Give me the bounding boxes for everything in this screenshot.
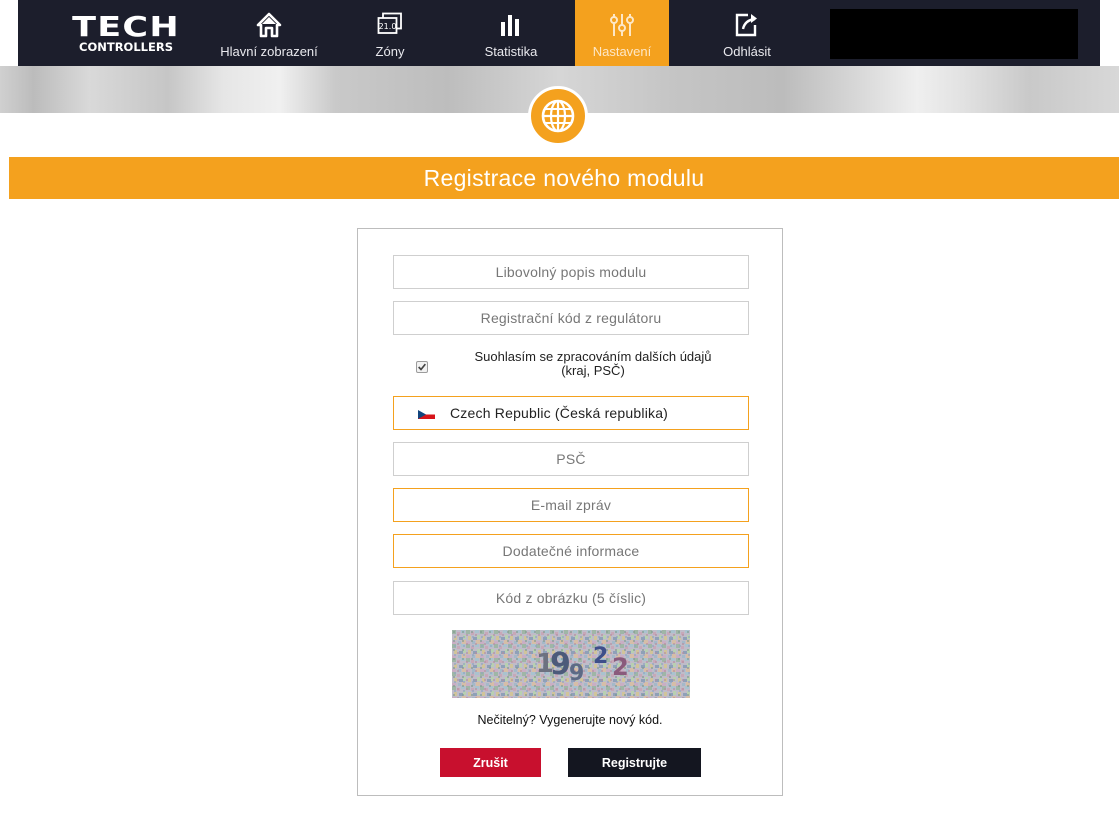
redacted-area xyxy=(830,9,1078,59)
top-bar: TECH CONTROLLERS Hlavní zobrazení 21.0 Z… xyxy=(0,0,1119,66)
regenerate-captcha-link[interactable]: Nečitelný? Vygenerujte nový kód. xyxy=(358,713,782,727)
bar-chart-icon xyxy=(501,15,519,36)
nav-label: Nastavení xyxy=(592,44,652,59)
captcha-char: 2 xyxy=(593,644,608,669)
tech-controllers-logo[interactable]: TECH CONTROLLERS xyxy=(70,13,182,55)
consent-label[interactable]: Suohlasím se zpracováním dalších údajů (… xyxy=(443,350,743,378)
register-button[interactable]: Registrujte xyxy=(568,748,701,777)
registration-code-input[interactable]: Registrační kód z regulátoru xyxy=(393,301,749,335)
consent-line-1: Suohlasím se zpracováním dalších údajů xyxy=(474,349,712,364)
consent-line-2: (kraj, PSČ) xyxy=(561,363,625,378)
checkmark-icon xyxy=(418,363,426,371)
czech-flag-icon xyxy=(418,410,435,419)
captcha-char: 2 xyxy=(612,653,629,681)
zones-badge: 21.0 xyxy=(379,22,397,31)
consent-row: Suohlasím se zpracováním dalších údajů (… xyxy=(393,350,749,386)
main-navigation: TECH CONTROLLERS Hlavní zobrazení 21.0 Z… xyxy=(18,0,1100,66)
registration-form: Libovolný popis modulu Registrační kód z… xyxy=(357,228,783,796)
nav-item-home[interactable]: Hlavní zobrazení xyxy=(198,0,340,66)
nav-item-logout[interactable]: Odhlásit xyxy=(712,0,782,66)
consent-checkbox[interactable] xyxy=(416,361,428,373)
page-title: Registrace nového modulu xyxy=(9,157,1119,199)
additional-info-input[interactable]: Dodatečné informace xyxy=(393,534,749,568)
nav-item-settings[interactable]: Nastavení xyxy=(575,0,669,66)
captcha-code-input[interactable]: Kód z obrázku (5 číslic) xyxy=(393,581,749,615)
nav-label: Odhlásit xyxy=(723,44,771,59)
logout-icon xyxy=(735,13,757,37)
captcha-image: 1 9 9 2 2 xyxy=(452,630,690,698)
nav-item-zones[interactable]: 21.0 Zóny xyxy=(362,0,418,66)
globe-icon xyxy=(541,99,575,133)
module-description-input[interactable]: Libovolný popis modulu xyxy=(393,255,749,289)
nav-label: Statistika xyxy=(484,44,538,59)
email-input[interactable]: E-mail zpráv xyxy=(393,488,749,522)
globe-badge xyxy=(528,86,588,146)
nav-item-statistics[interactable]: Statistika xyxy=(468,0,554,66)
postcode-input[interactable]: PSČ xyxy=(393,442,749,476)
logo-wordmark: TECH xyxy=(72,10,180,43)
country-select[interactable]: Czech Republic (Česká republika) xyxy=(393,396,749,430)
captcha-char: 9 xyxy=(569,661,584,686)
country-value: Czech Republic (Česká republika) xyxy=(450,405,669,421)
nav-label: Zóny xyxy=(375,44,405,59)
zones-display-icon: 21.0 xyxy=(377,12,402,34)
nav-label: Hlavní zobrazení xyxy=(220,44,318,59)
home-icon xyxy=(256,12,282,38)
captcha-char: 9 xyxy=(550,647,571,682)
sliders-icon xyxy=(610,14,634,36)
cancel-button[interactable]: Zrušit xyxy=(440,748,541,777)
